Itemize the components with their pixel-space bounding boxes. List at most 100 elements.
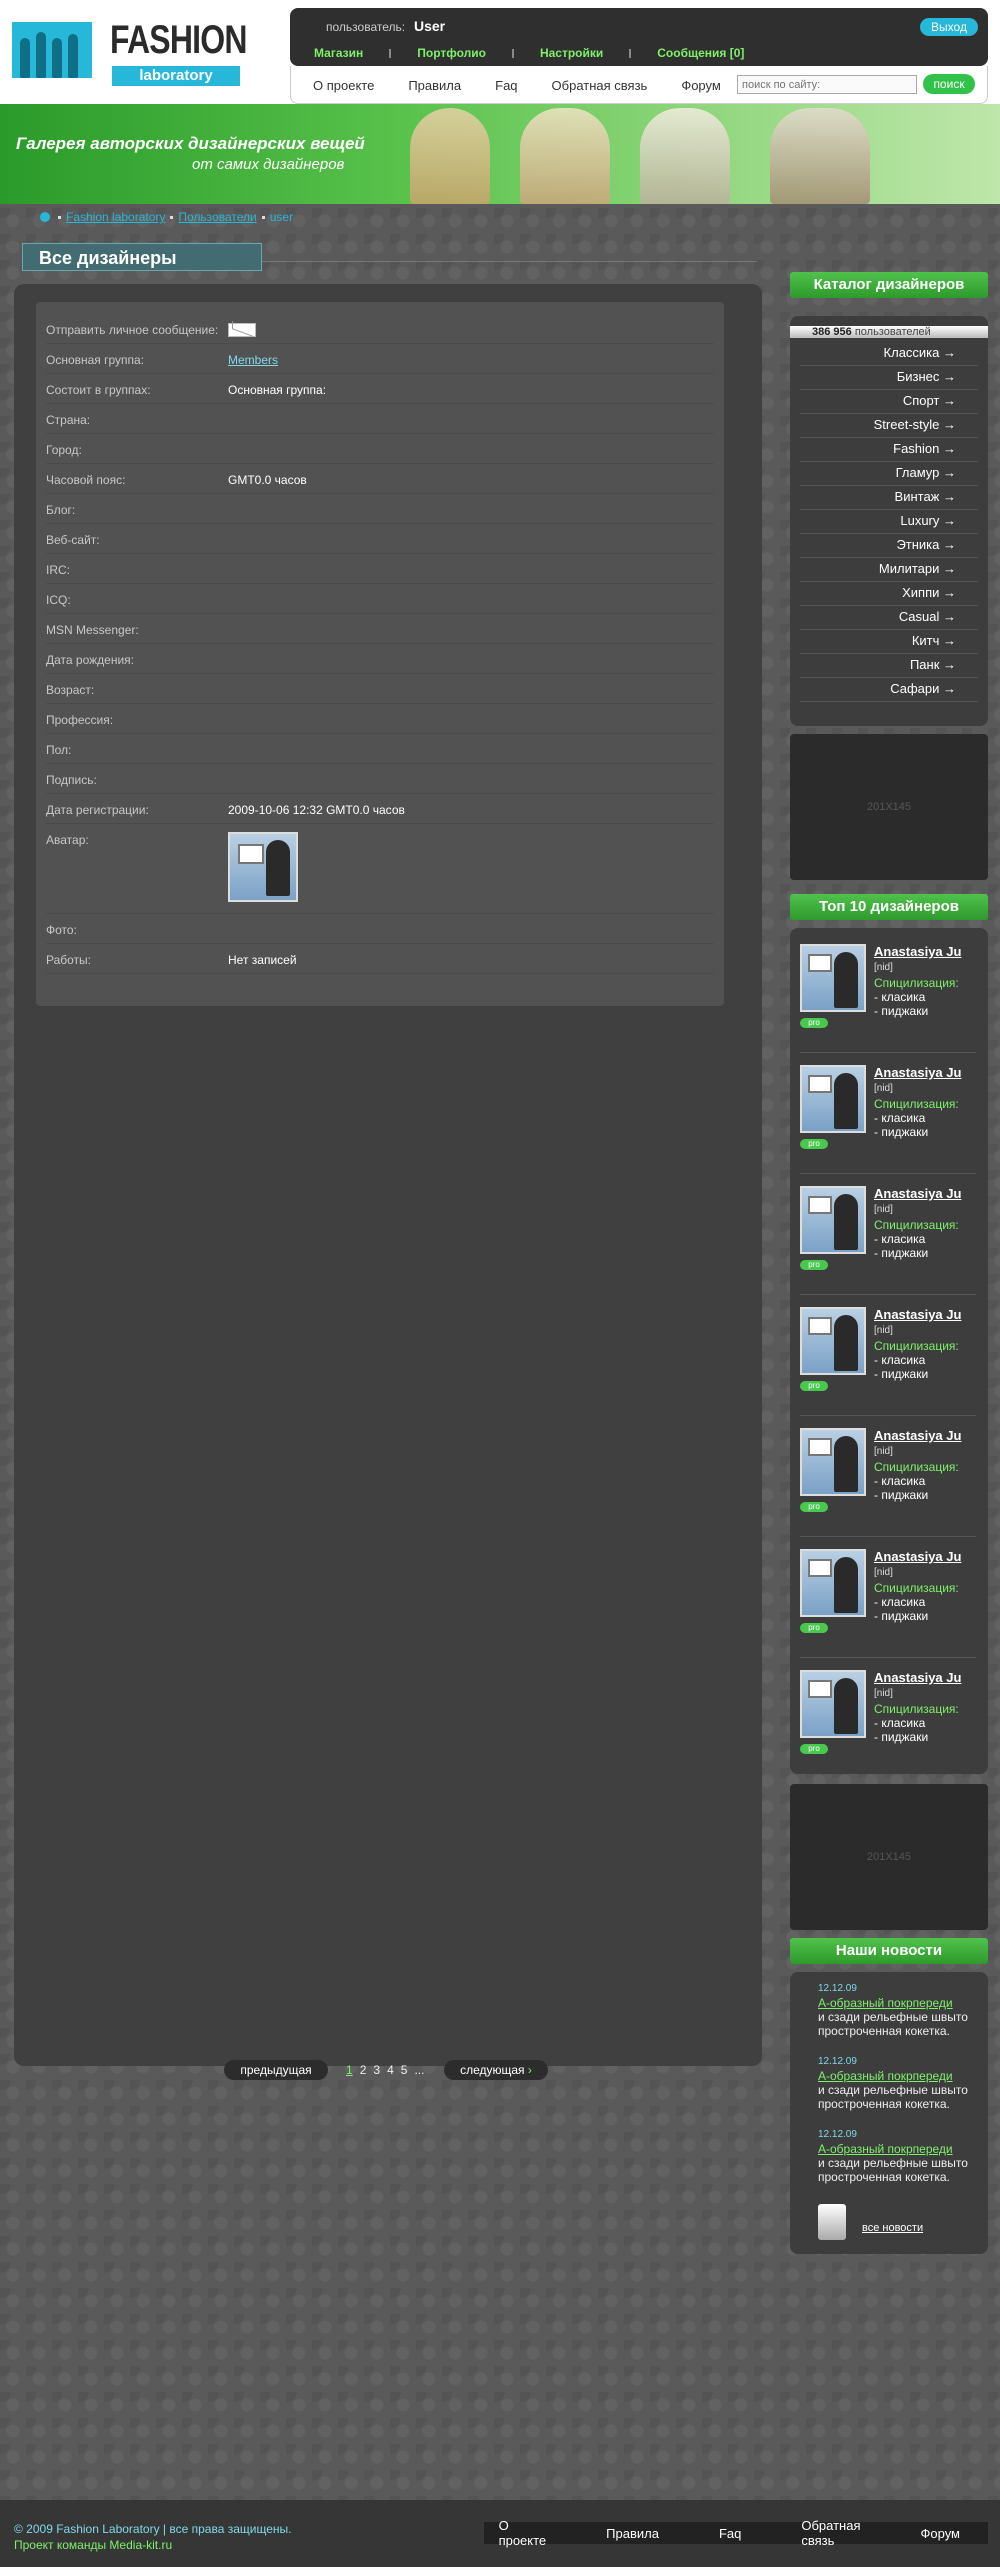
search-button[interactable]: поиск bbox=[923, 74, 975, 94]
envelope-icon[interactable] bbox=[228, 323, 256, 337]
designer-card[interactable]: pro Anastasiya Ju [nid] Спицилизация: - клас… bbox=[800, 1307, 976, 1419]
designer-name[interactable]: Anastasiya Ju bbox=[874, 1307, 961, 1322]
profile-row: Подпись: bbox=[46, 764, 714, 794]
page-link[interactable]: 3 bbox=[373, 2063, 380, 2077]
designer-photo[interactable] bbox=[800, 944, 866, 1012]
all-news-link[interactable]: все новости bbox=[862, 2222, 923, 2234]
footer-nav-forum[interactable]: Форум bbox=[921, 2526, 961, 2541]
news-headline[interactable]: А-образный покрпереди bbox=[818, 2142, 978, 2156]
catalog-item[interactable]: Этника → bbox=[800, 534, 978, 558]
designer-card[interactable]: pro Anastasiya Ju [nid] Спицилизация: - клас… bbox=[800, 1186, 976, 1298]
profile-label: Блог: bbox=[46, 503, 76, 517]
pro-badge: pro bbox=[800, 1502, 828, 1512]
page-link[interactable]: 5 bbox=[401, 2063, 408, 2077]
user-menu-settings[interactable]: Настройки bbox=[540, 46, 603, 60]
page-link[interactable]: 4 bbox=[387, 2063, 394, 2077]
nav-feedback[interactable]: Обратная связь bbox=[552, 78, 648, 93]
logout-button[interactable]: Выход bbox=[920, 18, 978, 36]
profile-row: ICQ: bbox=[46, 584, 714, 614]
site-logo[interactable]: FASHION laboratory bbox=[12, 14, 247, 90]
user-menu-shop[interactable]: Магазин bbox=[314, 46, 363, 60]
all-news[interactable]: все новости bbox=[818, 2204, 968, 2244]
designer-card[interactable]: pro Anastasiya Ju [nid] Спицилизация: - клас… bbox=[800, 1428, 976, 1540]
group-link[interactable]: Members bbox=[228, 353, 278, 367]
designer-photo[interactable] bbox=[800, 1307, 866, 1375]
designer-name[interactable]: Anastasiya Ju bbox=[874, 1428, 961, 1443]
copyright: © 2009 Fashion Laboratory | все права за… bbox=[14, 2522, 292, 2536]
home-icon[interactable] bbox=[40, 212, 50, 222]
designer-name[interactable]: Anastasiya Ju bbox=[874, 1549, 961, 1564]
catalog-item[interactable]: Luxury → bbox=[800, 510, 978, 534]
profile-label: Основная группа: bbox=[46, 353, 145, 367]
user-menu-portfolio[interactable]: Портфолио bbox=[417, 46, 486, 60]
news-text: и сзади рельефные швыто простроченная ко… bbox=[818, 2156, 968, 2184]
designer-photo[interactable] bbox=[800, 1065, 866, 1133]
prev-page-button[interactable]: предыдущая bbox=[224, 2060, 328, 2080]
breadcrumb-bullet bbox=[261, 215, 265, 219]
top-designers-box: pro Anastasiya Ju [nid] Спицилизация: - клас… bbox=[790, 928, 988, 1774]
footer: © 2009 Fashion Laboratory | все права за… bbox=[0, 2500, 1000, 2567]
page-link[interactable]: 1 bbox=[346, 2063, 353, 2077]
breadcrumb-home[interactable]: Fashion laboratory bbox=[66, 210, 165, 224]
next-page-button[interactable]: следующая › bbox=[444, 2060, 548, 2080]
catalog-item[interactable]: Бизнес → bbox=[800, 366, 978, 390]
catalog-item[interactable]: Гламур → bbox=[800, 462, 978, 486]
designer-card[interactable]: pro Anastasiya Ju [nid] Спицилизация: - клас… bbox=[800, 1670, 976, 1782]
catalog-item[interactable]: Панк → bbox=[800, 654, 978, 678]
footer-nav-feedback[interactable]: Обратная связь bbox=[801, 2518, 860, 2548]
catalog-item[interactable]: Милитари → bbox=[800, 558, 978, 582]
breadcrumb-bullet bbox=[170, 215, 174, 219]
nav-faq[interactable]: Faq bbox=[495, 78, 517, 93]
user-menu-messages[interactable]: Сообщения [0] bbox=[657, 46, 744, 60]
catalog-item[interactable]: Хиппи → bbox=[800, 582, 978, 606]
model-image bbox=[640, 108, 730, 204]
news-text: и сзади рельефные швыто простроченная ко… bbox=[818, 2010, 968, 2038]
catalog-item[interactable]: Китч → bbox=[800, 630, 978, 654]
designer-photo[interactable] bbox=[800, 1186, 866, 1254]
news-headline[interactable]: А-образный покрпереди bbox=[818, 2069, 978, 2083]
catalog-item[interactable]: Street-style → bbox=[800, 414, 978, 438]
user-name[interactable]: User bbox=[414, 18, 445, 34]
designer-name[interactable]: Anastasiya Ju bbox=[874, 944, 961, 959]
profile-row: Часовой пояс: GMT0.0 часов bbox=[46, 464, 714, 494]
designer-photo[interactable] bbox=[800, 1670, 866, 1738]
news-item: 12.12.09 А-образный покрпереди и сзади рел… bbox=[818, 1982, 978, 2038]
menu-separator bbox=[629, 48, 632, 58]
breadcrumb-users[interactable]: Пользователи bbox=[178, 210, 256, 224]
designer-photo[interactable] bbox=[800, 1428, 866, 1496]
designer-name[interactable]: Anastasiya Ju bbox=[874, 1670, 961, 1685]
footer-nav-faq[interactable]: Faq bbox=[719, 2526, 741, 2541]
nav-rules[interactable]: Правила bbox=[408, 78, 461, 93]
catalog-item[interactable]: Сафари → bbox=[800, 678, 978, 702]
logo-word-fashion: FASHION bbox=[110, 18, 247, 62]
news-headline[interactable]: А-образный покрпереди bbox=[818, 1996, 978, 2010]
page-link[interactable]: 2 bbox=[360, 2063, 367, 2077]
designer-card[interactable]: pro Anastasiya Ju [nid] Спицилизация: - клас… bbox=[800, 1549, 976, 1661]
catalog-item[interactable]: Спорт → bbox=[800, 390, 978, 414]
designer-name[interactable]: Anastasiya Ju bbox=[874, 1065, 961, 1080]
designer-card[interactable]: pro Anastasiya Ju [nid] Спицилизация: - клас… bbox=[800, 944, 976, 1056]
user-menu: Магазин Портфолио Настройки Сообщения [0… bbox=[314, 46, 794, 60]
catalog-item[interactable]: Fashion → bbox=[800, 438, 978, 462]
model-image bbox=[770, 108, 870, 204]
designer-nick: [nid] bbox=[874, 1446, 893, 1457]
page-title-bar: Все дизайнеры bbox=[22, 243, 262, 271]
nav-about[interactable]: О проекте bbox=[313, 78, 374, 93]
search-input[interactable] bbox=[737, 75, 917, 94]
catalog-item[interactable]: Винтаж → bbox=[800, 486, 978, 510]
footer-nav-rules[interactable]: Правила bbox=[606, 2526, 659, 2541]
designer-spec: - пиджаки bbox=[874, 1004, 929, 1018]
designer-photo[interactable] bbox=[800, 1549, 866, 1617]
catalog-item[interactable]: Casual → bbox=[800, 606, 978, 630]
designer-name[interactable]: Anastasiya Ju bbox=[874, 1186, 961, 1201]
credit-link[interactable]: Проект команды Media-kit.ru bbox=[14, 2538, 172, 2552]
designer-nick: [nid] bbox=[874, 1204, 893, 1215]
designer-card[interactable]: pro Anastasiya Ju [nid] Спицилизация: - клас… bbox=[800, 1065, 976, 1177]
footer-nav-about[interactable]: О проекте bbox=[499, 2518, 547, 2548]
news-box: все новости 12.12.09 А-образный покрперед… bbox=[790, 1972, 988, 2254]
profile-row: IRC: bbox=[46, 554, 714, 584]
nav-forum[interactable]: Форум bbox=[681, 78, 721, 93]
catalog-item[interactable]: Классика → bbox=[800, 342, 978, 366]
top-designers-header: Топ 10 дизайнеров bbox=[790, 894, 988, 920]
person-icon bbox=[834, 1073, 858, 1129]
